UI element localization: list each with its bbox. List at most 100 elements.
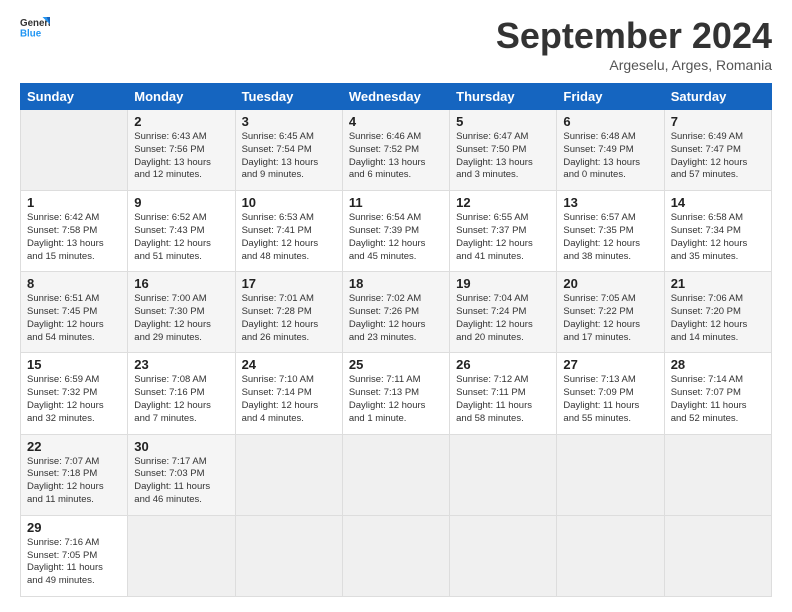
table-row: 15 Sunrise: 6:59 AMSunset: 7:32 PMDayligh…: [21, 353, 772, 434]
day-info: Sunrise: 7:08 AMSunset: 7:16 PMDaylight:…: [134, 374, 228, 425]
title-section: September 2024 Argeselu, Arges, Romania: [496, 15, 772, 73]
calendar-cell: [450, 434, 557, 515]
col-wednesday: Wednesday: [342, 84, 449, 110]
calendar-cell: [21, 110, 128, 191]
calendar-cell: 17Sunrise: 7:01 AMSunset: 7:28 PMDayligh…: [235, 272, 342, 353]
day-info: Sunrise: 6:47 AMSunset: 7:50 PMDaylight:…: [456, 131, 550, 182]
calendar-cell: 11Sunrise: 6:54 AMSunset: 7:39 PMDayligh…: [342, 191, 449, 272]
svg-text:Blue: Blue: [20, 29, 42, 40]
table-row: 22 Sunrise: 7:07 AMSunset: 7:18 PMDayligh…: [21, 434, 772, 515]
subtitle: Argeselu, Arges, Romania: [496, 57, 772, 73]
calendar-cell: 29Sunrise: 7:16 AMSunset: 7:05 PMDayligh…: [21, 515, 128, 596]
day-number: 27: [563, 357, 657, 372]
col-friday: Friday: [557, 84, 664, 110]
day-info: Sunrise: 6:45 AMSunset: 7:54 PMDaylight:…: [242, 131, 336, 182]
calendar-cell: 9 Sunrise: 6:52 AMSunset: 7:43 PMDaylight…: [128, 191, 235, 272]
day-info: Sunrise: 7:16 AMSunset: 7:05 PMDaylight:…: [27, 537, 121, 588]
day-info: Sunrise: 7:02 AMSunset: 7:26 PMDaylight:…: [349, 293, 443, 344]
day-number: 20: [563, 276, 657, 291]
day-number: 5: [456, 114, 550, 129]
calendar-cell: 28 Sunrise: 7:14 AMSunset: 7:07 PMDayligh…: [664, 353, 771, 434]
day-number: 17: [242, 276, 336, 291]
col-monday: Monday: [128, 84, 235, 110]
calendar-cell: 8Sunrise: 6:51 AMSunset: 7:45 PMDaylight…: [21, 272, 128, 353]
calendar-cell: [235, 515, 342, 596]
calendar-cell: 30Sunrise: 7:17 AMSunset: 7:03 PMDayligh…: [128, 434, 235, 515]
calendar-cell: 1 Sunrise: 6:42 AMSunset: 7:58 PMDaylight…: [21, 191, 128, 272]
day-number: 26: [456, 357, 550, 372]
day-number: 12: [456, 195, 550, 210]
day-info: Sunrise: 7:17 AMSunset: 7:03 PMDaylight:…: [134, 456, 228, 507]
day-number: 13: [563, 195, 657, 210]
day-number: 6: [563, 114, 657, 129]
table-row: 29Sunrise: 7:16 AMSunset: 7:05 PMDayligh…: [21, 515, 772, 596]
col-saturday: Saturday: [664, 84, 771, 110]
day-info: Sunrise: 6:59 AMSunset: 7:32 PMDaylight:…: [27, 374, 121, 425]
calendar-cell: 13 Sunrise: 6:57 AMSunset: 7:35 PMDayligh…: [557, 191, 664, 272]
day-number: 28: [671, 357, 765, 372]
day-number: 1: [27, 195, 121, 210]
day-info: Sunrise: 6:54 AMSunset: 7:39 PMDaylight:…: [349, 212, 443, 263]
month-title: September 2024: [496, 15, 772, 57]
day-number: 19: [456, 276, 550, 291]
day-info: Sunrise: 7:05 AMSunset: 7:22 PMDaylight:…: [563, 293, 657, 344]
calendar-cell: 24 Sunrise: 7:10 AMSunset: 7:14 PMDayligh…: [235, 353, 342, 434]
day-info: Sunrise: 6:58 AMSunset: 7:34 PMDaylight:…: [671, 212, 765, 263]
calendar-cell: [557, 515, 664, 596]
calendar-cell: 5 Sunrise: 6:47 AMSunset: 7:50 PMDaylight…: [450, 110, 557, 191]
col-tuesday: Tuesday: [235, 84, 342, 110]
day-number: 22: [27, 439, 121, 454]
calendar-cell: 19Sunrise: 7:04 AMSunset: 7:24 PMDayligh…: [450, 272, 557, 353]
day-number: 15: [27, 357, 121, 372]
day-info: Sunrise: 7:14 AMSunset: 7:07 PMDaylight:…: [671, 374, 765, 425]
header: General Blue September 2024 Argeselu, Ar…: [20, 15, 772, 73]
table-row: 2 Sunrise: 6:43 AMSunset: 7:56 PMDaylight…: [21, 110, 772, 191]
logo: General Blue: [20, 15, 50, 43]
calendar-cell: 21 Sunrise: 7:06 AMSunset: 7:20 PMDayligh…: [664, 272, 771, 353]
day-info: Sunrise: 7:13 AMSunset: 7:09 PMDaylight:…: [563, 374, 657, 425]
day-number: 8: [27, 276, 121, 291]
day-number: 18: [349, 276, 443, 291]
calendar-cell: 14 Sunrise: 6:58 AMSunset: 7:34 PMDayligh…: [664, 191, 771, 272]
day-info: Sunrise: 7:10 AMSunset: 7:14 PMDaylight:…: [242, 374, 336, 425]
page: General Blue September 2024 Argeselu, Ar…: [0, 0, 792, 612]
day-number: 2: [134, 114, 228, 129]
day-number: 14: [671, 195, 765, 210]
day-info: Sunrise: 6:57 AMSunset: 7:35 PMDaylight:…: [563, 212, 657, 263]
calendar-cell: [664, 515, 771, 596]
logo-icon: General Blue: [20, 15, 50, 43]
day-number: 7: [671, 114, 765, 129]
day-info: Sunrise: 7:07 AMSunset: 7:18 PMDaylight:…: [27, 456, 121, 507]
calendar-cell: [235, 434, 342, 515]
day-info: Sunrise: 6:43 AMSunset: 7:56 PMDaylight:…: [134, 131, 228, 182]
day-number: 25: [349, 357, 443, 372]
calendar-cell: 6 Sunrise: 6:48 AMSunset: 7:49 PMDaylight…: [557, 110, 664, 191]
calendar-cell: 3 Sunrise: 6:45 AMSunset: 7:54 PMDaylight…: [235, 110, 342, 191]
calendar-cell: 23Sunrise: 7:08 AMSunset: 7:16 PMDayligh…: [128, 353, 235, 434]
calendar-cell: 18 Sunrise: 7:02 AMSunset: 7:26 PMDayligh…: [342, 272, 449, 353]
calendar-cell: 27 Sunrise: 7:13 AMSunset: 7:09 PMDayligh…: [557, 353, 664, 434]
calendar-cell: 4Sunrise: 6:46 AMSunset: 7:52 PMDaylight…: [342, 110, 449, 191]
day-info: Sunrise: 6:52 AMSunset: 7:43 PMDaylight:…: [134, 212, 228, 263]
col-thursday: Thursday: [450, 84, 557, 110]
day-number: 9: [134, 195, 228, 210]
calendar-cell: 20 Sunrise: 7:05 AMSunset: 7:22 PMDayligh…: [557, 272, 664, 353]
calendar-cell: [664, 434, 771, 515]
day-number: 21: [671, 276, 765, 291]
table-row: 1 Sunrise: 6:42 AMSunset: 7:58 PMDaylight…: [21, 191, 772, 272]
calendar-cell: [342, 434, 449, 515]
calendar: Sunday Monday Tuesday Wednesday Thursday…: [20, 83, 772, 597]
day-number: 3: [242, 114, 336, 129]
day-number: 24: [242, 357, 336, 372]
calendar-cell: [450, 515, 557, 596]
calendar-cell: 7Sunrise: 6:49 AMSunset: 7:47 PMDaylight…: [664, 110, 771, 191]
day-info: Sunrise: 6:46 AMSunset: 7:52 PMDaylight:…: [349, 131, 443, 182]
day-info: Sunrise: 7:11 AMSunset: 7:13 PMDaylight:…: [349, 374, 443, 425]
col-sunday: Sunday: [21, 84, 128, 110]
calendar-cell: 12Sunrise: 6:55 AMSunset: 7:37 PMDayligh…: [450, 191, 557, 272]
day-info: Sunrise: 7:06 AMSunset: 7:20 PMDaylight:…: [671, 293, 765, 344]
calendar-cell: 25 Sunrise: 7:11 AMSunset: 7:13 PMDayligh…: [342, 353, 449, 434]
day-info: Sunrise: 6:48 AMSunset: 7:49 PMDaylight:…: [563, 131, 657, 182]
calendar-cell: 15 Sunrise: 6:59 AMSunset: 7:32 PMDayligh…: [21, 353, 128, 434]
day-info: Sunrise: 6:42 AMSunset: 7:58 PMDaylight:…: [27, 212, 121, 263]
